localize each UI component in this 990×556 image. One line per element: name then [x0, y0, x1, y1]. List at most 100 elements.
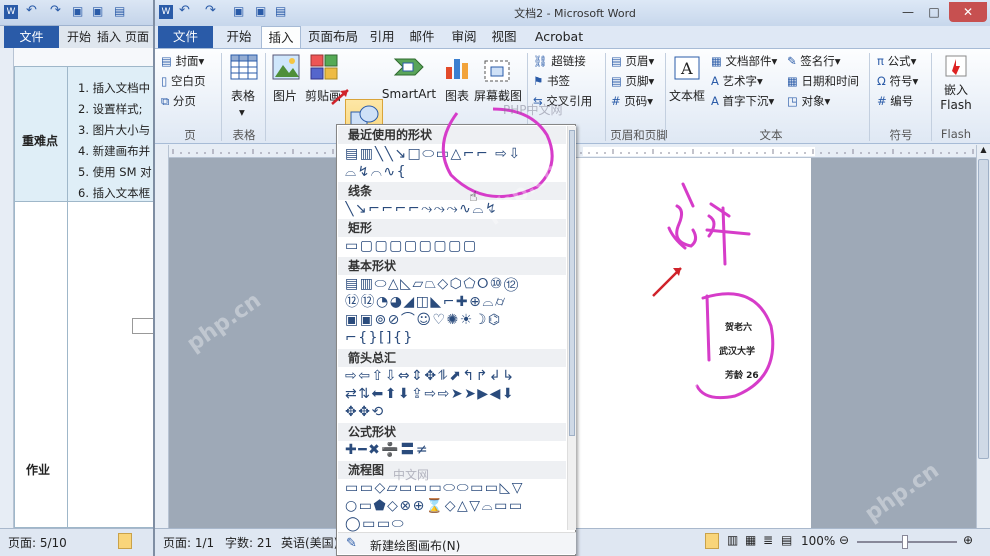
tab-page-layout[interactable]: 页面布局 — [305, 26, 361, 48]
shape-row-equation[interactable]: ✚━✖➗〓≠ — [345, 442, 567, 458]
bookmark-button[interactable]: ⚑ 书签 — [533, 73, 570, 89]
minimize-button[interactable]: — — [895, 2, 921, 22]
shape-row-flowchart[interactable]: ◯▭▭⬭ — [345, 516, 567, 532]
bg-tab-layout[interactable]: 页面 — [122, 26, 152, 48]
save-icon[interactable]: ▣ — [92, 4, 103, 18]
hyperlink-button[interactable]: ⛓ 超链接 — [533, 53, 586, 69]
bg-tab-home[interactable]: 开始 — [64, 26, 94, 48]
redo-icon[interactable]: ↷ — [205, 3, 216, 18]
embed-flash-button[interactable]: 嵌入 Flash — [935, 83, 977, 113]
shape-row-arrows[interactable]: ⇨⇦⇧⇩⇔⇕✥⥮⬈↰↱↲↳ — [345, 368, 567, 384]
bg-page-count: 页面: 5/10 — [8, 536, 67, 550]
tab-insert[interactable]: 插入 — [261, 26, 301, 48]
signature-line-button[interactable]: ✎ 签名行▾ — [787, 53, 841, 69]
print-layout-icon[interactable] — [118, 533, 132, 549]
zoom-slider-thumb[interactable] — [902, 535, 908, 549]
shape-row-flowchart[interactable]: ▭▭◇▱▭▭▭⬭⬭▭▭◺▽ — [345, 480, 567, 496]
picture-button[interactable]: 图片 — [267, 87, 303, 104]
number-button[interactable]: # 编号 — [877, 93, 913, 109]
page-number-button[interactable]: # 页码▾ — [611, 93, 653, 109]
save-icon[interactable]: ▣ — [255, 4, 266, 18]
scroll-up-icon[interactable]: ▲ — [978, 145, 989, 157]
symbol-button[interactable]: Ω 符号▾ — [877, 73, 918, 89]
list-item: 3. 图片大小与 — [78, 123, 151, 137]
language-indicator[interactable]: 英语(美国) — [281, 534, 338, 551]
shape-row-basic[interactable]: ▣▣⊚⊘⌒☺♡✺☀☽⌬ — [345, 312, 567, 328]
tab-references[interactable]: 引用 — [367, 26, 397, 48]
undo-icon[interactable]: ↶ — [26, 3, 37, 18]
tab-acrobat[interactable]: Acrobat — [531, 26, 587, 48]
bg-tab-insert[interactable]: 插入 — [94, 26, 124, 48]
new-canvas-item[interactable]: ✎ 新建绘图画布(N) — [338, 532, 576, 554]
save-icon[interactable]: ▣ — [72, 4, 83, 18]
watermark: PHP中文网 — [503, 103, 563, 117]
shape-row-arrows[interactable]: ✥✥⟲ — [345, 404, 567, 420]
outline-icon[interactable]: ≣ — [763, 533, 773, 547]
dropcap-button[interactable]: A 首字下沉▾ — [711, 93, 774, 109]
clipart-icon — [309, 53, 339, 81]
cover-page-button[interactable]: ▤ 封面▾ — [161, 53, 204, 69]
document-page[interactable]: 贺老六 武汉大学 芳龄 26 — [575, 158, 811, 528]
zoom-in-icon[interactable]: ⊕ — [963, 533, 973, 547]
smartart-button[interactable]: SmartArt — [381, 87, 437, 101]
word-count[interactable]: 字数: 21 — [225, 534, 272, 551]
vertical-scrollbar[interactable]: ▲ — [976, 145, 990, 528]
gallery-scroll-thumb[interactable] — [569, 130, 575, 436]
tab-mailings[interactable]: 邮件 — [407, 26, 437, 48]
web-layout-icon[interactable]: ▦ — [745, 533, 756, 547]
list-item: 5. 使用 SM 对 — [78, 165, 152, 179]
wordart-button[interactable]: A 艺术字▾ — [711, 73, 763, 89]
chart-button[interactable]: 图表 — [439, 87, 475, 104]
shape-row-arrows[interactable]: ⇄⇅⬅⬆⬇⇪⇨⇨➤➤▶◀⬇ — [345, 386, 567, 402]
gallery-scrollbar[interactable] — [567, 126, 576, 530]
vertical-ruler — [155, 145, 169, 528]
quickparts-icon: ▦ — [711, 54, 722, 68]
scroll-thumb[interactable] — [978, 159, 989, 459]
object-button[interactable]: ◳ 对象▾ — [787, 93, 830, 109]
quickparts-button[interactable]: ▦ 文档部件▾ — [711, 53, 777, 69]
header-button[interactable]: ▤ 页眉▾ — [611, 53, 654, 69]
undo-icon[interactable]: ↶ — [179, 3, 190, 18]
shape-row-basic[interactable]: ⌐{}[]{} — [345, 330, 567, 346]
table-button[interactable]: 表格 — [225, 87, 261, 104]
datetime-button[interactable]: ▦ 日期和时间 — [787, 73, 859, 89]
document-icon[interactable]: ▤ — [114, 4, 125, 18]
draft-icon[interactable]: ▤ — [781, 533, 792, 547]
zoom-out-icon[interactable]: ⊖ — [839, 533, 849, 547]
page-number-icon: # — [611, 94, 621, 108]
close-button[interactable]: ✕ — [949, 2, 987, 22]
tab-view[interactable]: 视图 — [489, 26, 519, 48]
tab-file[interactable]: 文件 — [158, 26, 213, 48]
list-item: 6. 插入文本框 — [78, 186, 151, 200]
footer-button[interactable]: ▤ 页脚▾ — [611, 73, 654, 89]
red-arrow-annotation — [652, 267, 682, 297]
maximize-button[interactable]: □ — [921, 2, 947, 22]
blank-page-button[interactable]: ▯ 空白页 — [161, 73, 206, 89]
shape-row-basic[interactable]: ▤▥⬭△◺▱⏢◇⬡⬠⭘⑩⑫ — [345, 276, 567, 292]
save-icon[interactable]: ▣ — [233, 4, 244, 18]
shape-row-flowchart[interactable]: ○▭⬟◇⊗⊕⌛◇△▽⌓▭▭ — [345, 498, 567, 514]
page-break-button[interactable]: ⧉ 分页 — [161, 93, 196, 109]
shape-row-basic[interactable]: ⑫⑫◔◕◢◫◣⌐✚⊕⌓⌭ — [345, 294, 567, 310]
table-dropdown-icon[interactable]: ▾ — [239, 105, 245, 119]
tab-review[interactable]: 审阅 — [449, 26, 479, 48]
tab-home[interactable]: 开始 — [219, 26, 259, 48]
section-arrows: 箭头总汇 — [338, 349, 566, 367]
zoom-level[interactable]: 100% — [801, 534, 835, 548]
list-item: 2. 设置样式; — [78, 102, 143, 116]
redo-icon[interactable]: ↷ — [50, 3, 61, 18]
bg-table-cell — [14, 202, 68, 528]
document-icon[interactable]: ▤ — [275, 4, 286, 18]
section-flowchart: 流程图 — [338, 461, 566, 479]
red-arrow-annotation — [331, 89, 349, 105]
bg-file-tab[interactable]: 文件 — [4, 26, 59, 48]
textbox-button[interactable]: 文本框 — [667, 87, 707, 104]
shape-row-rectangles[interactable]: ▭▢▢▢▢▢▢▢▢ — [345, 238, 567, 254]
group-label-text: 文本 — [759, 128, 783, 142]
window-title: 文档2 - Microsoft Word — [514, 7, 636, 20]
group-separator — [869, 53, 870, 141]
canvas-icon: ✎ — [346, 536, 357, 551]
equation-button[interactable]: π 公式▾ — [877, 53, 916, 69]
print-layout-icon[interactable] — [705, 533, 719, 549]
reading-layout-icon[interactable]: ▥ — [727, 533, 738, 547]
